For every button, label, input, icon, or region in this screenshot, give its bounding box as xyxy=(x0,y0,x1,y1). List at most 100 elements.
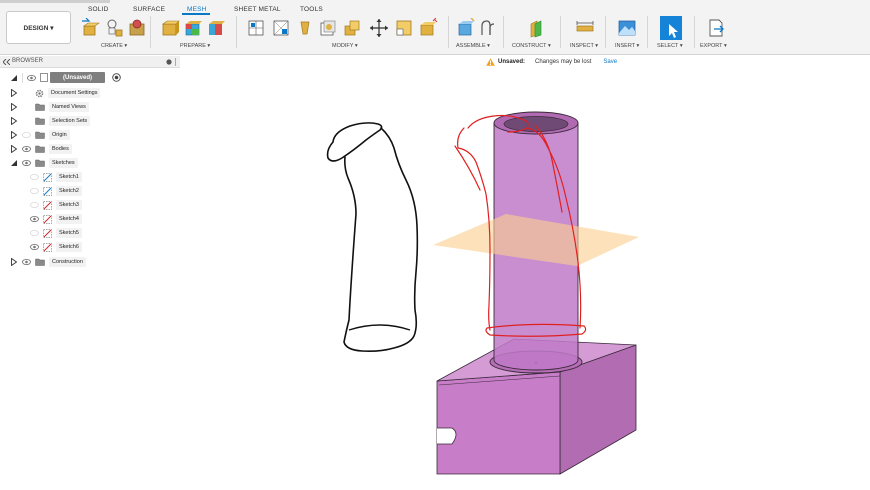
remesh-icon[interactable] xyxy=(246,18,266,38)
browser-item-label: Bodies xyxy=(49,144,72,154)
tab-tools[interactable]: TOOLS xyxy=(300,6,323,13)
expand-triangle-icon[interactable] xyxy=(10,103,18,111)
visibility-eye-hidden-icon[interactable] xyxy=(30,201,39,209)
browser-item-label: Selection Sets xyxy=(49,116,91,126)
expand-triangle-icon[interactable] xyxy=(10,258,18,266)
visibility-eye-icon[interactable] xyxy=(22,258,31,266)
browser-item-named-views[interactable]: Named Views xyxy=(10,101,89,113)
tab-sheet-metal[interactable]: SHEET METAL xyxy=(234,6,281,13)
workspace-switcher-button[interactable]: DESIGN ▾ xyxy=(6,11,71,44)
create-mesh-icon[interactable] xyxy=(80,18,100,38)
visibility-eye-icon[interactable] xyxy=(22,159,31,167)
modify-group-label[interactable]: MODIFY ▾ xyxy=(332,43,358,49)
select-icon[interactable] xyxy=(660,16,682,40)
insert-image-icon[interactable] xyxy=(617,18,637,38)
tab-mesh-active-indicator xyxy=(182,13,210,15)
visibility-eye-hidden-icon[interactable] xyxy=(30,173,39,181)
plane-cut-icon[interactable] xyxy=(342,18,362,38)
toolbar-separator xyxy=(647,16,648,48)
prepare-group-label[interactable]: PREPARE ▾ xyxy=(180,43,210,49)
toolbar-separator xyxy=(448,16,449,48)
title-strip xyxy=(0,0,110,3)
document-icon xyxy=(40,73,48,82)
visibility-eye-icon[interactable] xyxy=(22,145,31,153)
select-group-label[interactable]: SELECT ▾ xyxy=(657,43,683,49)
browser-title: BROWSER xyxy=(12,58,44,64)
export-icon[interactable] xyxy=(706,18,726,38)
assemble-group-label[interactable]: ASSEMBLE ▾ xyxy=(456,43,490,49)
browser-item-bodies[interactable]: Bodies xyxy=(10,143,72,155)
browser-item-sketch6[interactable]: Sketch6 xyxy=(30,241,82,253)
viewport-canvas xyxy=(326,111,639,475)
reverse-normal-icon[interactable] xyxy=(418,18,438,38)
browser-item-label: Sketch3 xyxy=(56,200,82,210)
base-block-edge xyxy=(438,375,561,386)
browser-item-sketch2[interactable]: Sketch2 xyxy=(30,185,82,197)
browser-item-construction[interactable]: Construction xyxy=(10,256,86,268)
visibility-eye-icon[interactable] xyxy=(27,74,36,82)
generate-face-groups-icon[interactable] xyxy=(160,18,180,38)
new-component-icon[interactable] xyxy=(456,18,476,38)
activate-radio-icon[interactable] xyxy=(112,73,121,82)
create-group-label[interactable]: CREATE ▾ xyxy=(101,43,127,49)
divider xyxy=(22,73,23,83)
browser-item-sketch1[interactable]: Sketch1 xyxy=(30,171,82,183)
expand-triangle-icon[interactable] xyxy=(10,89,18,97)
browser-item-document-settings[interactable]: Document Settings xyxy=(10,87,101,99)
red-sketch-bottom-loop xyxy=(485,323,587,337)
browser-item-origin[interactable]: Origin xyxy=(10,129,70,141)
cylinder-base-ring xyxy=(489,350,583,374)
construct-group-label[interactable]: CONSTRUCT ▾ xyxy=(512,43,551,49)
tab-solid[interactable]: SOLID xyxy=(88,6,109,13)
visibility-eye-icon[interactable] xyxy=(30,243,39,251)
visibility-eye-icon[interactable] xyxy=(30,215,39,223)
scale-icon[interactable] xyxy=(394,18,414,38)
move-icon[interactable] xyxy=(369,18,389,38)
offset-plane-icon[interactable] xyxy=(526,18,546,38)
collapse-triangle-icon[interactable] xyxy=(10,159,18,167)
combine-face-groups-icon[interactable] xyxy=(183,18,203,38)
reduce-icon[interactable] xyxy=(271,18,291,38)
toolbar-separator xyxy=(503,16,504,48)
browser-options-icon[interactable] xyxy=(166,59,172,65)
insert-group-label[interactable]: INSERT ▾ xyxy=(615,43,639,49)
save-link[interactable]: Save xyxy=(603,59,617,65)
visibility-eye-hidden-icon[interactable] xyxy=(30,187,39,195)
collapse-browser-icon[interactable] xyxy=(3,59,10,65)
expand-triangle-icon[interactable] xyxy=(10,145,18,153)
sketch-icon xyxy=(43,200,52,210)
erase-and-fill-icon[interactable] xyxy=(295,18,315,38)
folder-icon xyxy=(35,145,45,153)
cylinder-inner-bore xyxy=(503,116,569,132)
red-sketch-profile xyxy=(454,114,582,331)
tab-mesh[interactable]: MESH xyxy=(187,6,207,13)
smooth-icon[interactable] xyxy=(318,18,338,38)
insert-mesh-icon[interactable] xyxy=(127,18,147,38)
tab-surface[interactable]: SURFACE xyxy=(133,6,165,13)
inspect-group-label[interactable]: INSPECT ▾ xyxy=(570,43,598,49)
browser-item-sketch3[interactable]: Sketch3 xyxy=(30,199,82,211)
unsaved-message: Changes may be lost xyxy=(535,59,592,65)
root-component-label[interactable]: (Unsaved) xyxy=(50,72,105,83)
collapse-triangle-icon[interactable] xyxy=(10,74,18,82)
browser-item-label: Sketch6 xyxy=(56,242,82,252)
visibility-eye-hidden-icon[interactable] xyxy=(22,131,31,139)
browser-item-sketch5[interactable]: Sketch5 xyxy=(30,227,82,239)
browser-item-sketch4[interactable]: Sketch4 xyxy=(30,213,82,225)
browser-item-sketches[interactable]: Sketches xyxy=(10,157,78,169)
folder-icon xyxy=(35,131,45,139)
cylinder-top-face xyxy=(493,111,579,135)
panel-resize-handle[interactable] xyxy=(175,58,176,66)
expand-triangle-icon[interactable] xyxy=(10,131,18,139)
face-group-colors-icon[interactable] xyxy=(206,18,226,38)
warning-icon xyxy=(486,58,495,66)
export-group-label[interactable]: EXPORT ▾ xyxy=(700,43,727,49)
expand-triangle-icon[interactable] xyxy=(10,117,18,125)
browser-item-selection-sets[interactable]: Selection Sets xyxy=(10,115,91,127)
joint-icon[interactable] xyxy=(478,18,498,38)
base-block-slot xyxy=(437,427,457,445)
tessellate-icon[interactable] xyxy=(104,18,124,38)
browser-item-label: Sketch1 xyxy=(56,172,82,182)
visibility-eye-hidden-icon[interactable] xyxy=(30,229,39,237)
measure-icon[interactable] xyxy=(575,18,595,38)
